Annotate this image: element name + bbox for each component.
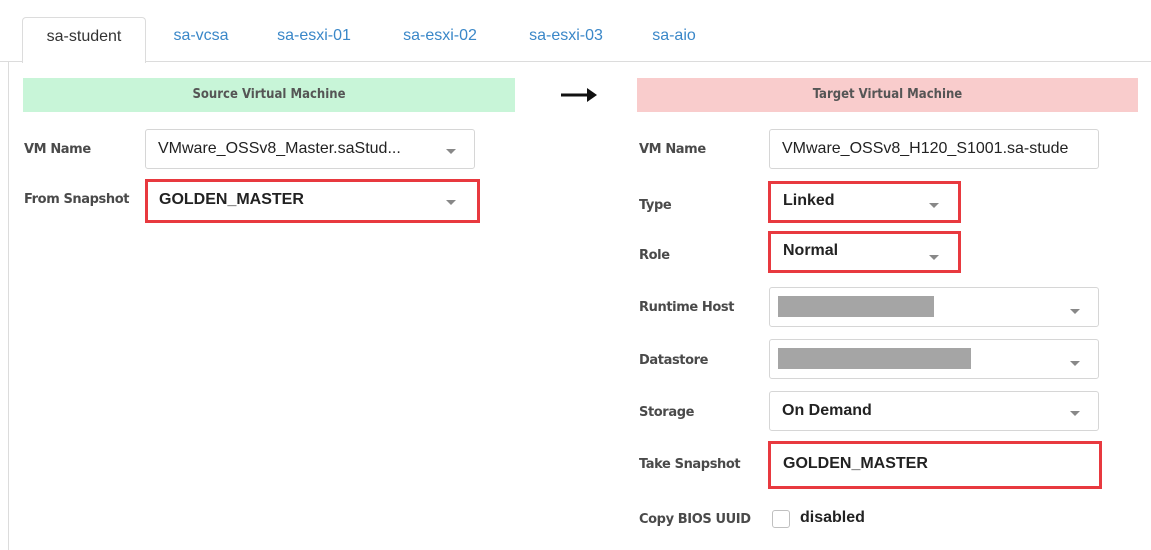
chevron-down-icon [446,149,456,154]
target-vm-header: Target Virtual Machine [637,78,1138,112]
target-take-snapshot-label: Take Snapshot [639,457,741,472]
target-type-label: Type [639,198,672,213]
panel-border [8,62,9,550]
tab-bar: sa-student sa-vcsa sa-esxi-01 sa-esxi-02… [0,0,1151,63]
copy-bios-uuid-checkbox[interactable] [772,510,790,528]
snapshot-highlight-box [145,179,480,223]
type-highlight-box [768,181,961,223]
source-vm-header: Source Virtual Machine [23,78,515,112]
target-datastore-label: Datastore [639,353,709,368]
redacted-value [778,296,934,317]
redacted-value [778,348,971,369]
chevron-down-icon [1070,411,1080,416]
target-vm-name-label: VM Name [639,142,706,157]
target-storage-label: Storage [639,405,695,420]
chevron-down-icon [1070,309,1080,314]
tab-sa-aio[interactable]: sa-aio [636,17,712,62]
target-storage-select[interactable]: On Demand [769,391,1099,431]
source-vm-name-select[interactable]: VMware_OSSv8_Master.saStud... [145,129,475,169]
tab-sa-esxi-03[interactable]: sa-esxi-03 [514,17,618,62]
source-vm-name-value: VMware_OSSv8_Master.saStud... [158,140,401,157]
tab-sa-student[interactable]: sa-student [22,17,146,63]
tab-sa-esxi-02[interactable]: sa-esxi-02 [388,17,492,62]
arrow-right-icon [561,88,597,102]
target-vm-name-value: VMware_OSSv8_H120_S1001.sa-stude [782,140,1069,157]
source-snapshot-label: From Snapshot [24,192,130,207]
target-role-label: Role [639,248,670,263]
target-storage-value: On Demand [782,402,872,419]
copy-bios-uuid-value: disabled [800,509,865,526]
source-vm-name-label: VM Name [24,142,91,157]
target-copy-bios-label: Copy BIOS UUID [639,512,751,527]
tab-sa-esxi-01[interactable]: sa-esxi-01 [264,17,364,62]
role-highlight-box [768,231,961,273]
take-snapshot-highlight-box [768,441,1102,489]
tab-divider [0,61,1151,62]
chevron-down-icon [1070,361,1080,366]
target-runtime-host-label: Runtime Host [639,300,735,315]
tab-sa-vcsa[interactable]: sa-vcsa [156,17,246,62]
target-vm-name-input[interactable]: VMware_OSSv8_H120_S1001.sa-stude [769,129,1099,169]
